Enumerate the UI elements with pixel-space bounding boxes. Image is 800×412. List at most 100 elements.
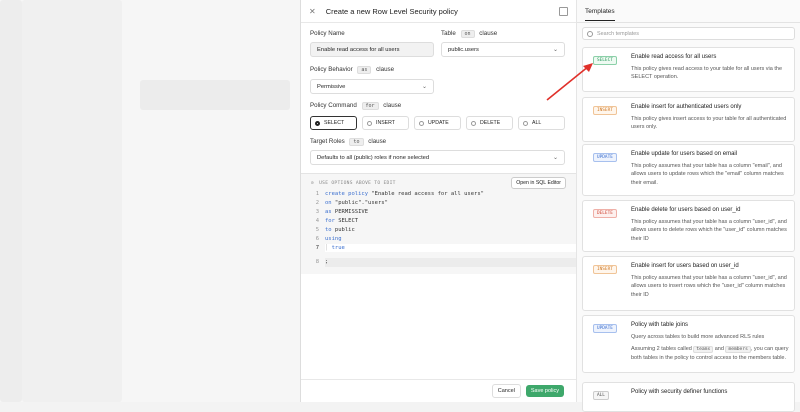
behavior-label: Policy Behavior as clause: [310, 66, 394, 74]
code-keyword: create policy: [325, 191, 369, 197]
template-card[interactable]: ALL Policy with security definer functio…: [582, 382, 795, 412]
table-label: Table on clause: [441, 30, 497, 38]
radio-dot: [367, 120, 372, 126]
cancel-button[interactable]: Cancel: [491, 384, 521, 398]
command-update-radio[interactable]: UPDATE: [414, 116, 461, 130]
radio-dot: [419, 120, 424, 126]
template-card[interactable]: DELETE Enable delete for users based on …: [582, 200, 795, 252]
roles-clause: clause: [368, 138, 387, 145]
line-number: 2: [315, 199, 319, 206]
background-sidebar: [0, 0, 22, 402]
command-badge: UPDATE: [593, 324, 617, 333]
chevron-down-icon: ⌄: [552, 47, 558, 53]
line-number: 7: [315, 244, 319, 251]
command-insert-radio[interactable]: INSERT: [362, 116, 409, 130]
policy-name-input[interactable]: Enable read access for all users: [310, 42, 434, 57]
template-card[interactable]: INSERT Enable insert for authenticated u…: [582, 97, 795, 142]
desc-text: Assuming 2 tables called: [631, 346, 692, 352]
code-keyword: as: [325, 208, 332, 215]
background-card: [140, 80, 290, 110]
command-update-label: UPDATE: [428, 120, 449, 126]
behavior-clause: clause: [376, 66, 395, 73]
table-label-text: Table: [441, 30, 456, 37]
roles-select[interactable]: Defaults to all (public) roles if none s…: [310, 150, 565, 165]
roles-label-text: Target Roles: [310, 138, 345, 145]
chevron-down-icon: ⌄: [421, 84, 427, 90]
table-select-value: public.users: [448, 46, 479, 53]
line-number: 4: [315, 217, 319, 224]
editor-hint: USE OPTIONS ABOVE TO EDIT: [319, 180, 396, 186]
command-all-radio[interactable]: ALL: [518, 116, 565, 130]
search-icon: [587, 30, 593, 37]
command-select-radio[interactable]: SELECT: [310, 116, 357, 130]
roles-select-value: Defaults to all (public) roles if none s…: [317, 154, 430, 161]
code-text: PERMISSIVE: [331, 208, 369, 215]
code-text: "Enable read access for all users": [368, 191, 484, 197]
command-badge: ALL: [593, 391, 609, 400]
template-description: This policy assumes that your table has …: [631, 275, 787, 298]
template-card[interactable]: INSERT Enable insert for users based on …: [582, 256, 795, 311]
chevron-down-icon: ⌄: [552, 155, 558, 161]
table-clause: clause: [479, 30, 498, 37]
command-select-label: SELECT: [324, 120, 345, 126]
radio-dot: [523, 120, 528, 126]
indent-guide: │: [325, 244, 329, 251]
search-placeholder: Search templates: [597, 30, 639, 37]
templates-panel: Templates Search templates SELECT Enable…: [576, 0, 800, 412]
line-number: 6: [315, 235, 319, 242]
roles-keyword: to: [349, 138, 364, 146]
open-in-sql-editor-button[interactable]: Open in SQL Editor: [511, 177, 566, 189]
command-badge: SELECT: [593, 56, 617, 65]
save-policy-button[interactable]: Save policy: [525, 385, 564, 397]
code-line: ;: [325, 258, 576, 267]
sql-editor[interactable]: ⊘ USE OPTIONS ABOVE TO EDIT Open in SQL …: [301, 173, 576, 274]
behavior-select[interactable]: Permissive ⌄: [310, 79, 434, 94]
radio-dot: [471, 120, 476, 126]
command-label: Policy Command for clause: [310, 102, 401, 110]
template-description: This policy gives read access to your ta…: [631, 66, 783, 81]
command-badge: UPDATE: [593, 153, 617, 162]
table-select[interactable]: public.users ⌄: [441, 42, 565, 57]
close-icon[interactable]: ✕: [309, 7, 316, 16]
command-insert-label: INSERT: [376, 120, 395, 126]
behavior-select-value: Permissive: [317, 83, 346, 90]
code-keyword: on: [325, 199, 332, 206]
template-card[interactable]: UPDATE Policy with table joins Query acr…: [582, 315, 795, 373]
code-keyword: for: [325, 217, 335, 224]
command-badge: DELETE: [593, 209, 617, 218]
command-delete-label: DELETE: [480, 120, 501, 126]
code-line: to public: [325, 226, 355, 235]
annotation-arrow: [546, 63, 593, 101]
template-description: This policy gives insert access to your …: [631, 116, 787, 131]
code-line-editable[interactable]: │ true: [325, 243, 576, 253]
radio-dot: [315, 120, 320, 126]
code-line: on "public"."users": [325, 199, 388, 208]
command-keyword: for: [361, 102, 379, 110]
template-title: Enable read access for all users: [631, 54, 717, 60]
template-title: Policy with security definer functions: [631, 389, 728, 395]
lock-icon: ⊘: [311, 180, 315, 186]
line-number: 5: [315, 226, 319, 233]
code-text: SELECT: [334, 217, 359, 224]
template-card[interactable]: UPDATE Enable update for users based on …: [582, 144, 795, 196]
create-policy-panel: ✕ Create a new Row Level Security policy…: [300, 0, 576, 402]
search-input[interactable]: Search templates: [582, 27, 795, 40]
panel-header: ✕ Create a new Row Level Security policy: [301, 0, 576, 23]
template-description: This policy assumes that your table has …: [631, 219, 787, 242]
roles-label: Target Roles to clause: [310, 138, 386, 146]
tab-templates[interactable]: Templates: [585, 2, 615, 21]
code-members: members: [725, 346, 751, 353]
code-teams: teams: [693, 346, 714, 353]
line-number: 1: [315, 191, 319, 197]
expand-icon[interactable]: [559, 6, 568, 16]
command-badge: INSERT: [593, 265, 617, 274]
templates-tabs: Templates: [577, 0, 800, 23]
line-number: 3: [315, 208, 319, 215]
template-title: Enable delete for users based on user_id: [631, 207, 741, 213]
code-keyword: true: [331, 244, 345, 251]
template-card[interactable]: SELECT Enable read access for all users …: [582, 47, 795, 92]
code-line: using: [325, 235, 342, 242]
line-number: 8: [315, 259, 319, 265]
template-description: Query across tables to build more advanc…: [631, 334, 765, 340]
command-delete-radio[interactable]: DELETE: [466, 116, 513, 130]
